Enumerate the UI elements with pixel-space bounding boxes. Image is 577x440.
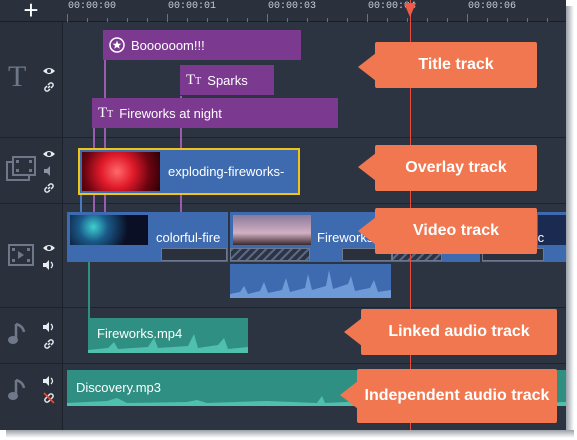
overlay-thumbnail bbox=[82, 152, 160, 191]
callout-video-track: Video track bbox=[375, 208, 537, 254]
timeline-editor: + 00:00:00 00:00:01 00:00:03 00:00:04 00… bbox=[0, 0, 566, 430]
eye-icon[interactable] bbox=[42, 64, 56, 78]
title-track-header: T bbox=[0, 22, 63, 138]
speaker-icon[interactable] bbox=[42, 164, 56, 178]
add-track-button[interactable]: + bbox=[20, 0, 42, 23]
video-clip-label: colorful-fire bbox=[156, 230, 221, 245]
title-clip-label: Fireworks at night bbox=[119, 105, 222, 121]
timecode-label: 00:00:03 bbox=[268, 1, 317, 12]
callout-arrow bbox=[358, 53, 376, 81]
ruler-tick bbox=[167, 14, 168, 22]
link-icon[interactable] bbox=[42, 181, 56, 195]
independent-audio-track-header bbox=[0, 364, 63, 430]
transition-slot[interactable] bbox=[161, 248, 227, 261]
video-thumbnail bbox=[233, 215, 311, 245]
text-t-icon: T bbox=[8, 60, 27, 93]
callout-arrow bbox=[340, 381, 358, 409]
text-tt-icon: TT bbox=[186, 71, 202, 88]
overlay-film-icon bbox=[6, 156, 36, 187]
ruler-tick bbox=[67, 14, 68, 22]
overlay-track-header bbox=[0, 138, 63, 204]
linked-audio-track-header bbox=[0, 308, 63, 364]
window-shadow bbox=[566, 6, 574, 434]
callout-arrow bbox=[358, 153, 376, 181]
video-thumbnail bbox=[70, 215, 148, 245]
callout-title-track: Title track bbox=[375, 42, 537, 88]
timecode-label: 00:00:01 bbox=[168, 1, 217, 12]
unlink-icon[interactable] bbox=[42, 391, 56, 405]
title-clip[interactable]: TT Fireworks at night bbox=[92, 98, 338, 128]
callout-independent-audio-track: Independent audio track bbox=[357, 369, 557, 423]
callout-linked-audio-track: Linked audio track bbox=[361, 309, 557, 355]
speaker-icon[interactable] bbox=[42, 258, 56, 272]
film-icon bbox=[8, 244, 34, 271]
title-clip[interactable]: Boooooom!!! bbox=[103, 30, 301, 60]
linked-audio-label: Fireworks.mp4 bbox=[97, 326, 183, 341]
title-clip-label: Boooooom!!! bbox=[131, 37, 205, 53]
title-clip[interactable]: TT Sparks bbox=[180, 65, 274, 95]
transition-hatched[interactable] bbox=[230, 248, 310, 261]
link-icon[interactable] bbox=[42, 337, 56, 351]
callout-overlay-track: Overlay track bbox=[375, 145, 537, 191]
text-tt-icon: TT bbox=[98, 104, 114, 121]
callout-arrow bbox=[358, 217, 376, 245]
music-note-icon bbox=[8, 322, 28, 351]
timecode-label: 00:00:06 bbox=[468, 1, 517, 12]
time-ruler[interactable]: + 00:00:00 00:00:01 00:00:03 00:00:04 00… bbox=[0, 0, 566, 23]
overlay-clip[interactable]: exploding-fireworks- bbox=[78, 148, 300, 195]
overlay-clip-label: exploding-fireworks- bbox=[168, 164, 285, 179]
star-badge-icon bbox=[109, 37, 125, 53]
window-shadow bbox=[6, 430, 574, 438]
video-audio-waveform[interactable] bbox=[230, 264, 391, 298]
eye-icon[interactable] bbox=[42, 241, 56, 255]
link-icon[interactable] bbox=[42, 80, 56, 94]
ruler-tick bbox=[267, 14, 268, 22]
audio-link-line bbox=[88, 262, 90, 322]
title-clip-label: Sparks bbox=[207, 72, 248, 88]
ruler-tick bbox=[467, 14, 468, 22]
speaker-icon[interactable] bbox=[42, 320, 56, 334]
playhead-marker[interactable] bbox=[404, 3, 416, 17]
timecode-label: 00:00:00 bbox=[68, 1, 117, 12]
linked-audio-clip[interactable]: Fireworks.mp4 bbox=[88, 318, 248, 353]
video-track-header bbox=[0, 204, 63, 308]
ruler-tick bbox=[367, 14, 368, 22]
video-clip[interactable]: colorful-fire bbox=[67, 212, 228, 262]
callout-arrow bbox=[344, 318, 362, 346]
independent-audio-label: Discovery.mp3 bbox=[76, 380, 162, 395]
speaker-icon[interactable] bbox=[42, 374, 56, 388]
music-note-icon bbox=[8, 378, 28, 407]
eye-icon[interactable] bbox=[42, 147, 56, 161]
